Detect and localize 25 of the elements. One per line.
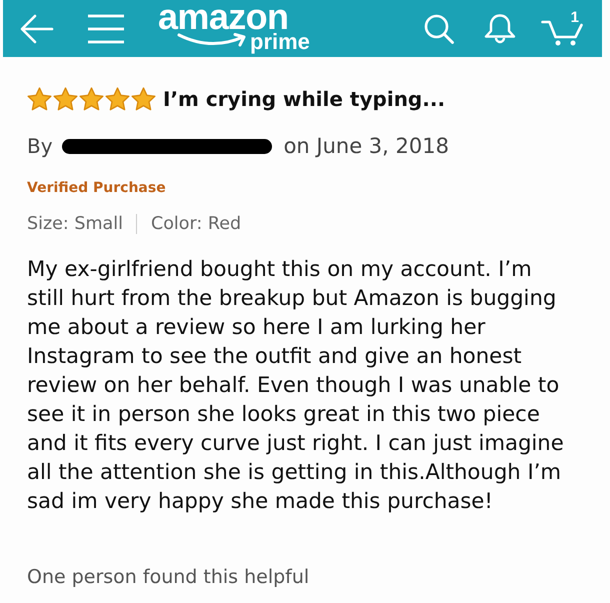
- notifications-button[interactable]: [484, 13, 516, 44]
- star-icon: [131, 87, 156, 111]
- prime-label: prime: [250, 30, 310, 53]
- bell-icon: [484, 13, 516, 44]
- review-text: My ex-girlfriend bought this on my account. I’m still hurt from the breakup but Amazon is bugging me about a review so here I am lurking her Instagram to see the outfit and give an honest review on her behalf. Even though I was unable to see it in person she looks great in this two piece and it fits every curve just right. I can just imagine all the attention she is getting in this.Although I’m sad im very happy she made this purchase!: [27, 255, 565, 515]
- search-icon: [424, 14, 455, 44]
- star-icon: [27, 87, 52, 111]
- by-label: By: [27, 134, 53, 158]
- back-button[interactable]: [20, 14, 54, 44]
- variant-label: Color: Red: [151, 213, 242, 235]
- menu-button[interactable]: [87, 14, 125, 44]
- verified-purchase-label: Verified Purchase: [27, 180, 166, 196]
- review-date: on June 3, 2018: [284, 134, 449, 158]
- star-icon: [79, 87, 104, 111]
- variant-label: Size: Small: [27, 213, 123, 235]
- search-button[interactable]: [424, 14, 455, 44]
- back-arrow-icon: [20, 14, 54, 44]
- review-title: I’m crying while typing...: [163, 86, 446, 112]
- logo-wordmark: amazon: [158, 2, 288, 32]
- star-icon: [53, 87, 78, 111]
- cart-button[interactable]: 1: [541, 11, 584, 46]
- menu-icon: [87, 14, 125, 44]
- helpful-count: One person found this helpful: [27, 566, 310, 588]
- cart-icon: [541, 20, 584, 46]
- star-icon: [105, 87, 130, 111]
